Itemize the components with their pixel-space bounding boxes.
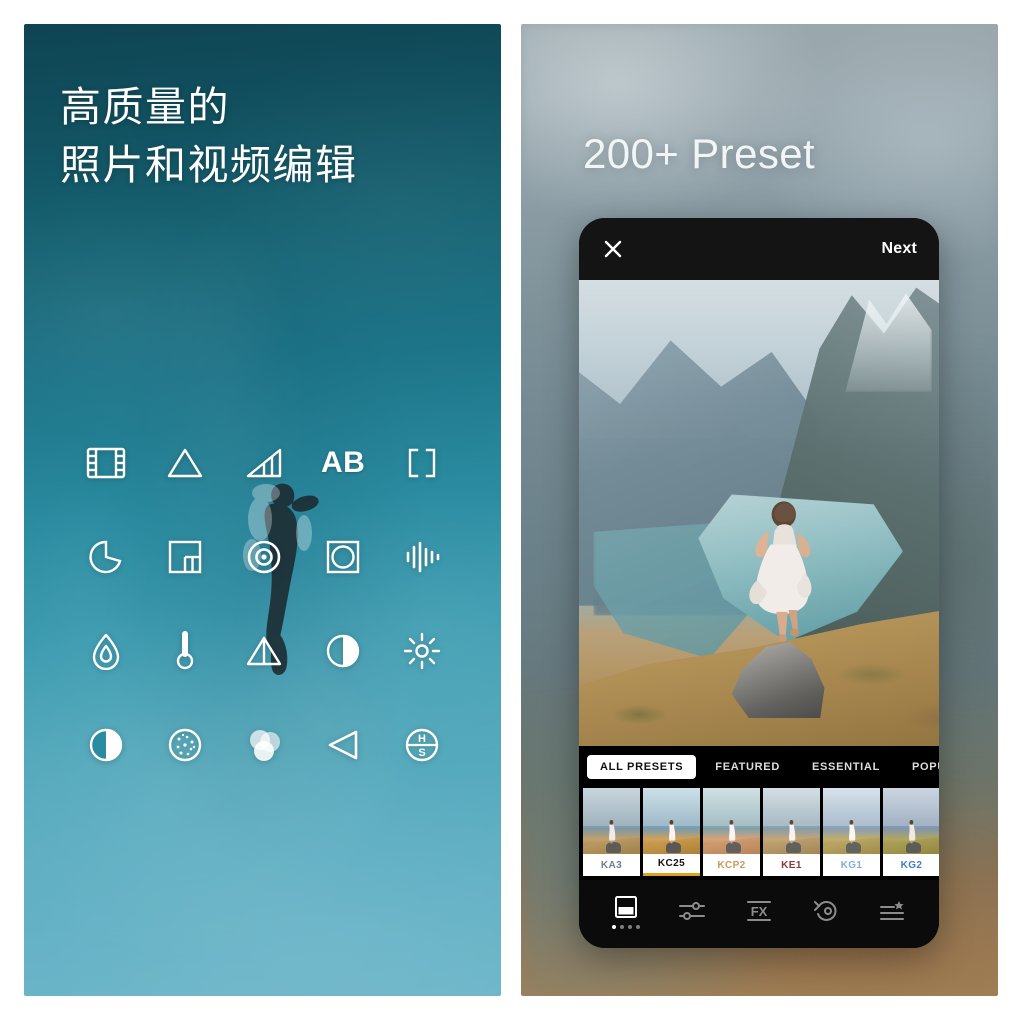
preset-label: KG2 xyxy=(883,854,939,876)
color-mixer-icon[interactable] xyxy=(235,716,293,774)
triangle-outline-icon[interactable] xyxy=(156,434,214,492)
preset-item[interactable]: KC25 xyxy=(643,788,700,876)
right-promo-panel: 200+ Preset Next ALL PRESETS FEATURED ES… xyxy=(521,24,998,996)
preset-item[interactable]: KG2 xyxy=(883,788,939,876)
preset-label: KE1 xyxy=(763,854,820,876)
preset-item[interactable]: KCP2 xyxy=(703,788,760,876)
layout-grid-icon[interactable] xyxy=(156,528,214,586)
brackets-icon[interactable] xyxy=(393,434,451,492)
preset-figure xyxy=(904,818,919,846)
preset-item[interactable]: KG1 xyxy=(823,788,880,876)
preset-thumbnail xyxy=(763,788,820,854)
tab-featured[interactable]: FEATURED xyxy=(702,755,793,779)
crop-rotate-icon[interactable] xyxy=(314,528,372,586)
tab-essential[interactable]: ESSENTIAL xyxy=(799,755,893,779)
signal-bars-icon[interactable] xyxy=(235,434,293,492)
next-button[interactable]: Next xyxy=(882,240,917,258)
preset-category-tabs: ALL PRESETS FEATURED ESSENTIAL POPU xyxy=(579,746,939,788)
left-promo-panel: 高质量的 照片和视频编辑 AB H S xyxy=(24,24,501,996)
preset-figure xyxy=(844,818,859,846)
presets-tool-button[interactable] xyxy=(612,894,640,929)
audio-waveform-icon[interactable] xyxy=(393,528,451,586)
preset-label: KA3 xyxy=(583,854,640,876)
grain-texture-icon[interactable] xyxy=(156,716,214,774)
right-panel-headline: 200+ Preset xyxy=(583,130,816,177)
preset-thumbnail-strip[interactable]: KA3 KC25 KCP2 KE1 KG1 KG2 xyxy=(579,788,939,880)
editing-tools-icon-grid: AB H S xyxy=(66,416,462,792)
preset-figure xyxy=(724,818,739,846)
mirror-flip-icon[interactable] xyxy=(235,622,293,680)
ab-compare-label: AB xyxy=(321,446,366,479)
photo-preview[interactable] xyxy=(579,280,939,746)
preset-thumbnail xyxy=(583,788,640,854)
film-strip-icon[interactable] xyxy=(77,434,135,492)
preset-label: KC25 xyxy=(643,854,700,876)
preset-figure xyxy=(604,818,619,846)
contrast-circle-icon[interactable] xyxy=(77,716,135,774)
preset-item[interactable]: KA3 xyxy=(583,788,640,876)
preset-item[interactable]: KE1 xyxy=(763,788,820,876)
favorites-tool-button[interactable] xyxy=(878,898,906,924)
clock-crescent-icon[interactable] xyxy=(77,528,135,586)
page-dots xyxy=(612,924,640,929)
thermometer-icon[interactable] xyxy=(156,622,214,680)
ab-compare-icon[interactable]: AB xyxy=(314,434,372,492)
preset-label: KG1 xyxy=(823,854,880,876)
photo-person-in-white-dress xyxy=(737,476,831,662)
preset-figure xyxy=(664,818,679,846)
tab-popular[interactable]: POPU xyxy=(899,755,939,779)
preset-thumbnail xyxy=(883,788,939,854)
preset-label: KCP2 xyxy=(703,854,760,876)
phone-topbar: Next xyxy=(579,218,939,280)
phone-mockup: Next ALL PRESETS FEATURED ESSENTIAL POP … xyxy=(579,218,939,948)
brightness-sun-icon[interactable] xyxy=(393,622,451,680)
fx-tool-button[interactable]: FX xyxy=(744,898,774,924)
hsl-icon[interactable]: H S xyxy=(393,716,451,774)
svg-text:S: S xyxy=(419,747,426,759)
phone-bottom-toolbar: FX xyxy=(579,880,939,948)
preset-thumbnail xyxy=(643,788,700,854)
close-icon[interactable] xyxy=(601,237,625,261)
preset-thumbnail xyxy=(823,788,880,854)
svg-text:H: H xyxy=(418,733,426,745)
left-panel-headline: 高质量的 照片和视频编辑 xyxy=(60,84,358,189)
play-left-triangle-icon[interactable] xyxy=(314,716,372,774)
history-tool-button[interactable] xyxy=(812,898,840,924)
app-root: 高质量的 照片和视频编辑 AB H S 200+ Preset Next ALL… xyxy=(0,0,1024,1024)
preset-figure xyxy=(784,818,799,846)
water-drop-flame-icon[interactable] xyxy=(77,622,135,680)
svg-text:FX: FX xyxy=(751,904,768,919)
contrast-half-icon[interactable] xyxy=(314,622,372,680)
preset-thumbnail xyxy=(703,788,760,854)
adjust-tool-button[interactable] xyxy=(678,898,706,924)
target-focus-icon[interactable] xyxy=(235,528,293,586)
tab-all-presets[interactable]: ALL PRESETS xyxy=(587,755,697,779)
